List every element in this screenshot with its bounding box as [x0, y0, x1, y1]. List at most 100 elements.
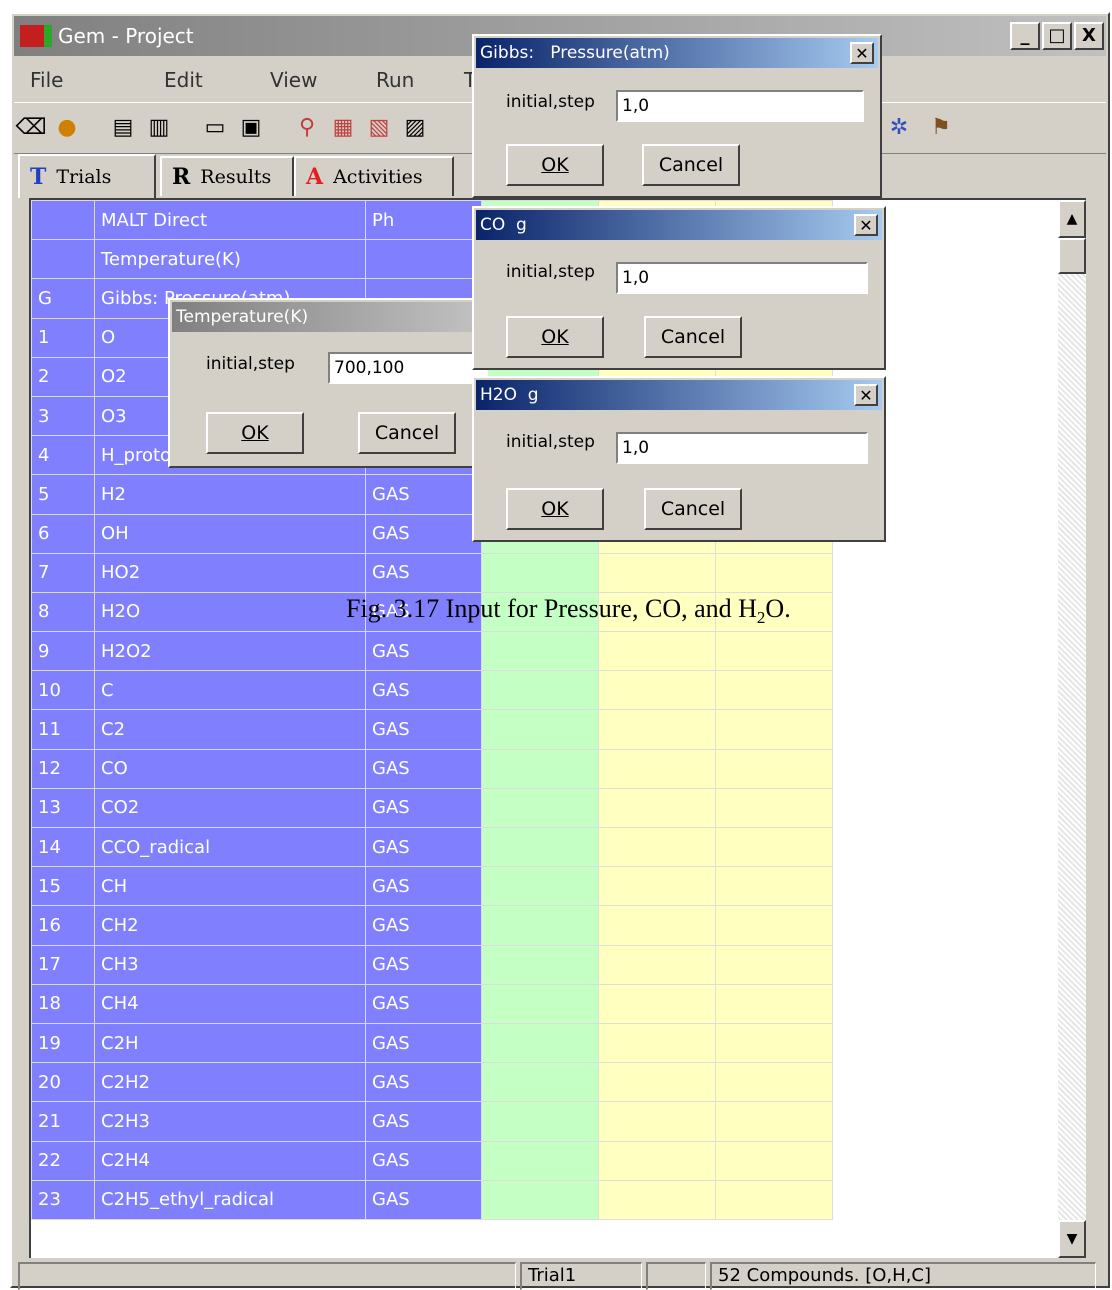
table-edit-icon[interactable]: ▦: [328, 111, 358, 143]
trial1-cell[interactable]: [481, 1101, 599, 1142]
trial1-cell[interactable]: [481, 748, 599, 789]
menu-view[interactable]: View: [270, 68, 317, 92]
trial3-cell[interactable]: [715, 631, 833, 672]
trial1-cell[interactable]: [481, 983, 599, 1024]
trial3-cell[interactable]: [715, 944, 833, 985]
co-cancel-button[interactable]: Cancel: [644, 316, 742, 358]
menu-edit[interactable]: Edit: [164, 68, 203, 92]
trial2-cell[interactable]: [598, 1179, 716, 1220]
tab-trials[interactable]: T Trials: [18, 154, 156, 198]
trial2-cell[interactable]: [598, 866, 716, 907]
trial1-cell[interactable]: [481, 670, 599, 711]
trial2-cell[interactable]: [598, 631, 716, 672]
menu-file[interactable]: File: [30, 68, 63, 92]
copy-icon[interactable]: ▥: [144, 111, 174, 143]
trial2-cell[interactable]: [598, 1062, 716, 1103]
trial3-cell[interactable]: [715, 1101, 833, 1142]
temperature-ok-label: OK: [241, 422, 269, 444]
pressure-initial-step-input[interactable]: 1,0: [616, 90, 864, 122]
trial1-cell[interactable]: [481, 826, 599, 868]
h2o-dialog-close-icon[interactable]: ✕: [854, 384, 878, 406]
h2o-cancel-button[interactable]: Cancel: [644, 488, 742, 530]
minimize-button[interactable]: _: [1010, 22, 1040, 50]
co-dialog-close-icon[interactable]: ✕: [854, 214, 878, 236]
scroll-down-button[interactable]: ▼: [1058, 1220, 1086, 1258]
h2o-ok-button[interactable]: OK: [506, 488, 604, 530]
temperature-ok-button[interactable]: OK: [206, 412, 304, 454]
table-delete-icon[interactable]: ▧: [364, 111, 394, 143]
trial3-cell[interactable]: [715, 826, 833, 868]
malt-icon[interactable]: ●: [52, 111, 82, 143]
trial2-cell[interactable]: [598, 826, 716, 868]
trial1-cell[interactable]: [481, 631, 599, 672]
close-button[interactable]: X: [1074, 22, 1104, 50]
trial3-cell[interactable]: [715, 709, 833, 750]
temperature-dialog-title[interactable]: Temperature(K): [172, 302, 474, 332]
blank-cell: [832, 1180, 1057, 1220]
trial1-cell[interactable]: [481, 1140, 599, 1181]
compound-cell: CH3: [94, 944, 366, 985]
trial3-cell[interactable]: [715, 983, 833, 1024]
trial3-cell[interactable]: [715, 1022, 833, 1064]
pressure-dialog-title[interactable]: Gibbs: Pressure(atm): [476, 38, 878, 68]
trial3-cell[interactable]: [715, 905, 833, 946]
trial1-cell[interactable]: [481, 1022, 599, 1064]
print-icon[interactable]: ▭: [200, 111, 230, 143]
menu-run[interactable]: Run: [376, 68, 414, 92]
trial3-cell[interactable]: [715, 1140, 833, 1181]
eraser-icon[interactable]: ⌫: [15, 111, 46, 143]
run-icon[interactable]: ⚑: [926, 111, 956, 143]
trial2-cell[interactable]: [598, 552, 716, 593]
h2o-field-label: initial,step: [506, 432, 595, 452]
phase-cell: GAS: [365, 1022, 482, 1064]
trial2-cell[interactable]: [598, 944, 716, 985]
trial3-cell[interactable]: [715, 866, 833, 907]
maximize-button[interactable]: □: [1042, 22, 1072, 50]
temperature-cancel-button[interactable]: Cancel: [358, 412, 456, 454]
trial2-cell[interactable]: [598, 748, 716, 789]
h2o-initial-step-input[interactable]: 1,0: [616, 432, 868, 464]
h2o-dialog-title[interactable]: H2O g: [476, 380, 882, 410]
trial2-cell[interactable]: [598, 905, 716, 946]
trial1-cell[interactable]: [481, 787, 599, 829]
trial2-cell[interactable]: [598, 709, 716, 750]
print-preview-icon[interactable]: ▣: [236, 111, 266, 143]
search-icon[interactable]: ⚲: [292, 111, 322, 143]
trial1-cell[interactable]: [481, 1179, 599, 1220]
trial3-cell[interactable]: [715, 787, 833, 829]
trial1-cell[interactable]: [481, 905, 599, 946]
trial2-cell[interactable]: [598, 787, 716, 829]
temperature-initial-step-input[interactable]: 700,100: [328, 352, 488, 384]
trial1-cell[interactable]: [481, 709, 599, 750]
trial1-cell[interactable]: [481, 866, 599, 907]
scroll-thumb[interactable]: [1058, 238, 1086, 274]
tab-activities[interactable]: A Activities: [294, 156, 454, 196]
app-icon[interactable]: [20, 25, 52, 47]
trial2-cell[interactable]: [598, 1022, 716, 1064]
trial2-cell[interactable]: [598, 1101, 716, 1142]
scroll-up-button[interactable]: ▲: [1058, 200, 1086, 238]
pressure-cancel-button[interactable]: Cancel: [642, 144, 740, 186]
chart-icon[interactable]: ✲: [884, 111, 914, 143]
trial3-cell[interactable]: [715, 1062, 833, 1103]
pressure-ok-button[interactable]: OK: [506, 144, 604, 186]
co-initial-step-input[interactable]: 1,0: [616, 262, 868, 294]
trial2-cell[interactable]: [598, 670, 716, 711]
co-dialog-title[interactable]: CO g: [476, 210, 882, 240]
co-ok-button[interactable]: OK: [506, 316, 604, 358]
trial1-cell[interactable]: [481, 552, 599, 593]
tab-results[interactable]: R Results: [160, 156, 294, 196]
trial3-cell[interactable]: [715, 1179, 833, 1220]
trial3-cell[interactable]: [715, 552, 833, 593]
trial1-cell[interactable]: [481, 1062, 599, 1103]
document-icon[interactable]: ▤: [108, 111, 138, 143]
pressure-dialog-close-icon[interactable]: ✕: [850, 42, 874, 64]
trial2-cell[interactable]: [598, 1140, 716, 1181]
trial3-cell[interactable]: [715, 748, 833, 789]
trial3-cell[interactable]: [715, 670, 833, 711]
trial2-cell[interactable]: [598, 983, 716, 1024]
trial1-cell[interactable]: [481, 944, 599, 985]
vertical-scrollbar[interactable]: ▲ ▼: [1058, 200, 1086, 1258]
table-row: 21 C2H3 GAS: [31, 1101, 1057, 1142]
table-icon[interactable]: ▨: [400, 111, 430, 143]
